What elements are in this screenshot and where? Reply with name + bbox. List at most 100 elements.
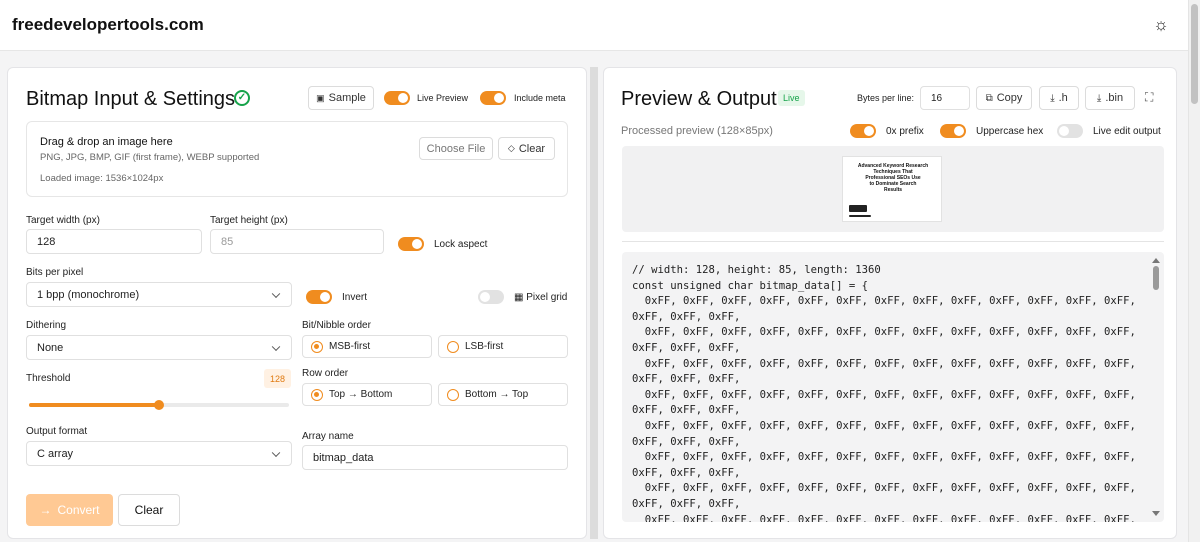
bytes-per-line-input[interactable]: 16 — [920, 86, 970, 110]
row-order-label: Row order — [302, 368, 349, 379]
scroll-up-icon[interactable] — [1152, 258, 1160, 263]
convert-button-label: Convert — [57, 503, 100, 517]
image-icon: ▣ — [316, 92, 325, 103]
preview-graphic — [849, 205, 867, 212]
divider — [622, 241, 1164, 242]
radio-selected-icon — [311, 340, 323, 353]
dithering-label: Dithering — [26, 320, 67, 331]
convert-button[interactable]: → Convert — [26, 494, 113, 526]
preview-output-panel: Preview & Output Live Bytes per line: 16… — [603, 67, 1177, 539]
threshold-value-badge: 128 — [264, 369, 291, 388]
sun-icon[interactable]: ☼ — [1151, 15, 1171, 35]
chevron-down-icon — [271, 448, 281, 457]
scroll-down-icon[interactable] — [1152, 511, 1160, 516]
code-scrollbar-thumb[interactable] — [1153, 266, 1159, 290]
grid-icon: ▦ — [514, 292, 524, 303]
0x-prefix-toggle[interactable] — [850, 124, 876, 138]
array-name-label: Array name — [302, 431, 354, 442]
code-output-text[interactable]: // width: 128, height: 85, length: 1360 … — [632, 263, 1144, 522]
arrow-right-icon: → — [39, 503, 52, 517]
panel-title: Preview & Output — [621, 88, 777, 110]
copy-button[interactable]: ⧉ Copy — [976, 86, 1032, 110]
msb-first-label: MSB-first — [329, 341, 371, 352]
uppercase-hex-toggle[interactable] — [940, 124, 966, 138]
invert-label: Invert — [342, 292, 368, 303]
radio-selected-icon — [311, 388, 323, 401]
include-meta-label: Include meta — [514, 93, 566, 103]
bit-order-label: Bit/Nibble order — [302, 320, 371, 331]
sample-button-label: Sample — [328, 92, 366, 104]
clear-settings-button[interactable]: Clear — [118, 494, 180, 526]
drop-formats: PNG, JPG, BMP, GIF (first frame), WEBP s… — [40, 152, 260, 163]
download-icon: ⤓ — [1096, 92, 1102, 104]
clear-image-label: Clear — [518, 142, 546, 155]
lsb-first-label: LSB-first — [465, 341, 504, 352]
bpp-select-value: 1 bpp (monochrome) — [37, 288, 140, 301]
code-output[interactable]: // width: 128, height: 85, length: 1360 … — [622, 252, 1164, 522]
choose-file-button[interactable]: Choose File — [419, 137, 493, 160]
dithering-select-value: None — [37, 341, 64, 354]
brand-logo[interactable]: freedevelopertools.com — [12, 15, 204, 35]
clear-image-button[interactable]: ◇ Clear — [498, 137, 555, 160]
processed-preview-label: Processed preview (128×85px) — [621, 125, 773, 137]
radio-icon — [447, 340, 459, 353]
lsb-first-option[interactable]: LSB-first — [438, 335, 568, 358]
array-name-input[interactable]: bitmap_data — [302, 445, 568, 470]
dithering-select[interactable]: None — [26, 335, 292, 360]
panel-resize-handle[interactable] — [590, 67, 598, 539]
radio-icon — [447, 388, 459, 401]
threshold-slider-thumb[interactable] — [154, 400, 164, 410]
eraser-icon: ◇ — [507, 143, 515, 153]
top-bar: freedevelopertools.com ☼ — [0, 0, 1188, 51]
target-height-input[interactable]: 85 — [210, 229, 384, 254]
image-drop-zone[interactable]: Drag & drop an image here PNG, JPG, BMP,… — [26, 121, 568, 197]
live-preview-label: Live Preview — [417, 93, 469, 103]
live-badge: Live — [778, 90, 805, 106]
invert-toggle[interactable] — [306, 290, 332, 304]
msb-first-option[interactable]: MSB-first — [302, 335, 432, 358]
page-scrollbar-thumb[interactable] — [1191, 4, 1198, 104]
copy-icon: ⧉ — [985, 92, 993, 104]
output-format-select[interactable]: C array — [26, 441, 292, 466]
live-edit-toggle[interactable] — [1057, 124, 1083, 138]
target-height-label: Target height (px) — [210, 215, 288, 226]
preview-graphic — [849, 215, 871, 217]
sample-button[interactable]: ▣ Sample — [308, 86, 374, 110]
bitmap-preview-image: Advanced Keyword Research Techniques Tha… — [842, 156, 942, 222]
include-meta-toggle[interactable] — [480, 91, 506, 105]
threshold-label: Threshold — [26, 373, 71, 384]
bottom-to-top-option[interactable]: Bottom → Top — [438, 383, 568, 406]
download-icon: ⤓ — [1050, 92, 1055, 104]
drop-title: Drag & drop an image here — [40, 136, 173, 148]
chevron-down-icon — [271, 342, 281, 351]
download-h-button[interactable]: ⤓ .h — [1039, 86, 1079, 110]
loaded-image-info: Loaded image: 1536×1024px — [40, 173, 164, 184]
target-width-input[interactable]: 128 — [26, 229, 202, 254]
check-circle-icon: ✓ — [234, 90, 250, 106]
target-width-label: Target width (px) — [26, 215, 100, 226]
page-scrollbar[interactable] — [1188, 0, 1200, 542]
download-bin-label: .bin — [1105, 92, 1124, 104]
fullscreen-icon[interactable]: ⛶ — [1145, 90, 1153, 105]
code-scrollbar[interactable] — [1152, 258, 1160, 516]
threshold-slider-fill — [29, 403, 159, 407]
0x-prefix-label: 0x prefix — [886, 126, 924, 137]
chevron-down-icon — [271, 289, 281, 298]
lock-aspect-label: Lock aspect — [434, 239, 488, 250]
pixel-grid-toggle[interactable] — [478, 290, 504, 304]
top-to-bottom-option[interactable]: Top → Bottom — [302, 383, 432, 406]
output-format-label: Output format — [26, 426, 88, 437]
download-bin-button[interactable]: ⤓ .bin — [1085, 86, 1135, 110]
threshold-slider[interactable] — [29, 400, 289, 410]
live-edit-label: Live edit output — [1093, 126, 1161, 137]
download-h-label: .h — [1058, 92, 1068, 104]
bpp-select[interactable]: 1 bpp (monochrome) — [26, 282, 292, 307]
uppercase-hex-label: Uppercase hex — [976, 126, 1044, 137]
preview-image-text: Advanced Keyword Research Techniques Tha… — [847, 163, 939, 193]
bitmap-input-panel: Bitmap Input & Settings ✓ ▣ Sample Live … — [7, 67, 587, 539]
copy-button-label: Copy — [996, 92, 1023, 104]
output-format-value: C array — [37, 447, 74, 460]
live-preview-toggle[interactable] — [384, 91, 410, 105]
lock-aspect-toggle[interactable] — [398, 237, 424, 251]
panel-title: Bitmap Input & Settings — [26, 88, 236, 110]
